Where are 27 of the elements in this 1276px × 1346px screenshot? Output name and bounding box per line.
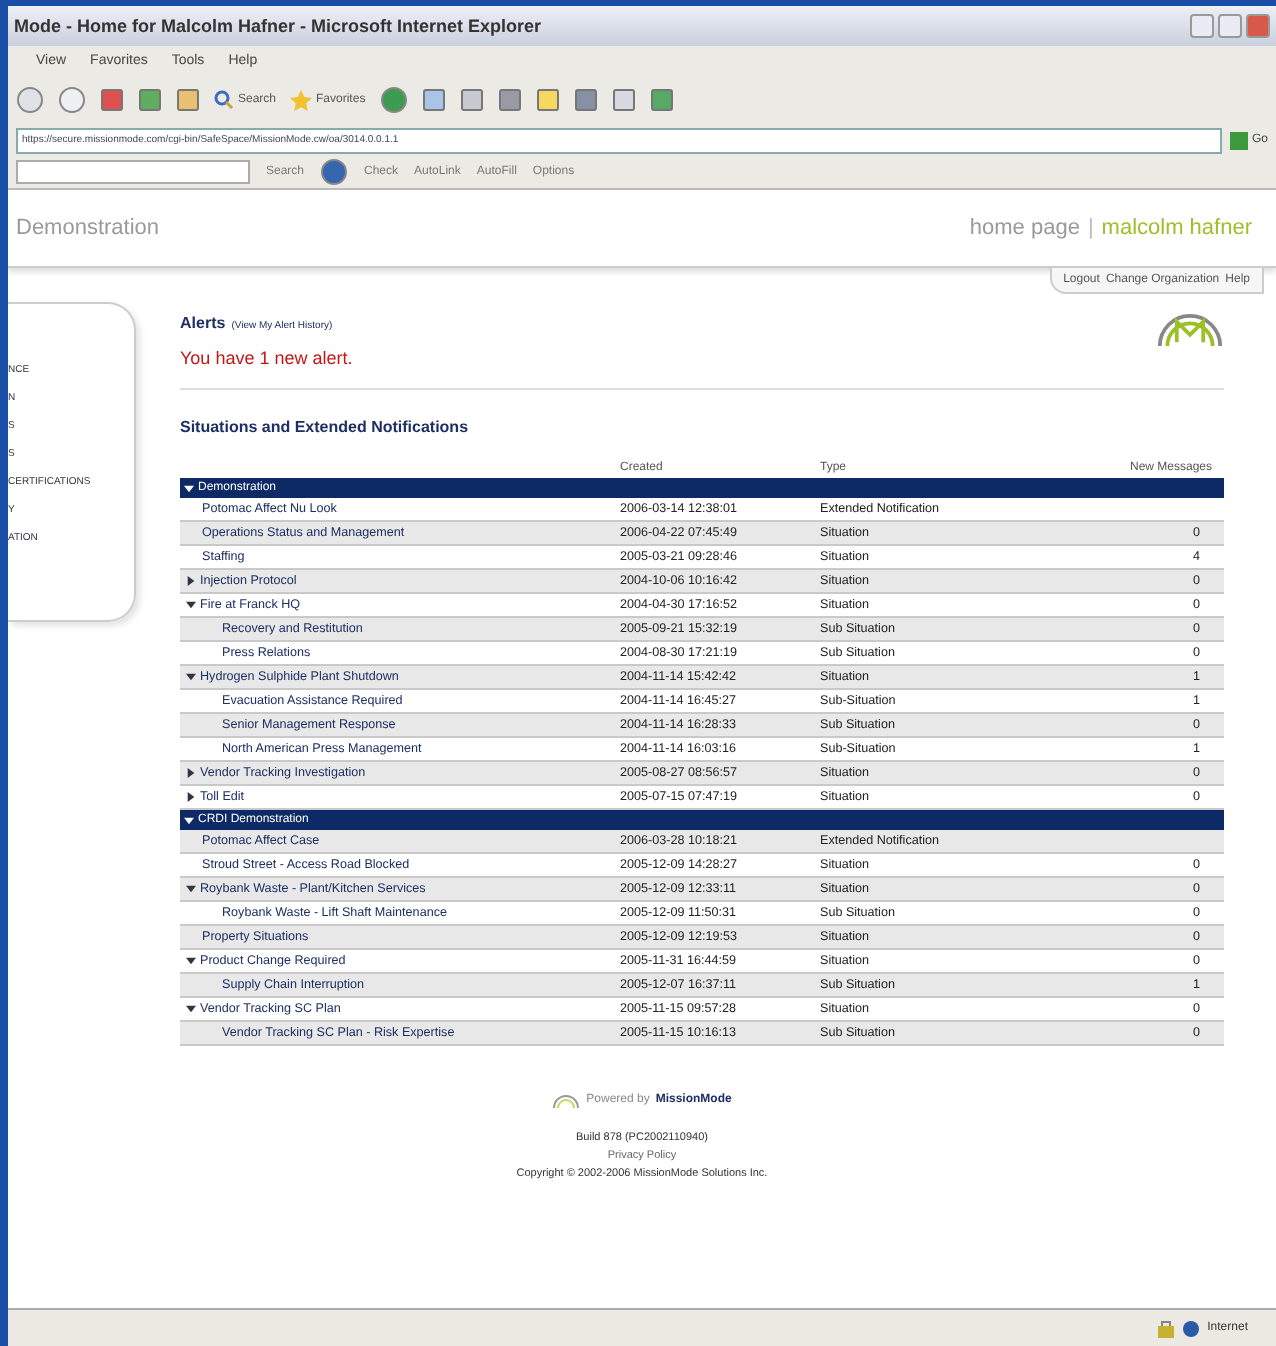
section-title: Situations and Extended Notifications <box>180 418 471 436</box>
logo-icon <box>1156 314 1224 348</box>
expand-right-icon[interactable] <box>186 768 196 778</box>
expand-down-icon[interactable] <box>186 600 196 610</box>
lock-icon <box>1157 1319 1174 1337</box>
separator: | <box>1087 216 1094 240</box>
expand-down-icon[interactable] <box>186 956 196 966</box>
window-title: Mode - Home for Malcolm Hafner - Microsoft Internet Explorer <box>14 16 542 36</box>
expand-down-icon[interactable] <box>186 672 196 682</box>
expand-right-icon[interactable] <box>186 792 196 802</box>
globe-icon[interactable] <box>320 158 349 186</box>
expand-icon[interactable] <box>184 483 194 493</box>
maximize-button[interactable] <box>1218 14 1242 38</box>
google-search-field[interactable] <box>16 160 250 184</box>
globe-icon <box>1181 1319 1200 1337</box>
star-icon <box>290 89 313 111</box>
alerts-title: Alerts <box>180 314 226 332</box>
organization-title: Demonstration <box>16 216 160 240</box>
close-button[interactable] <box>1246 14 1270 38</box>
expand-down-icon[interactable] <box>186 1004 196 1014</box>
expand-down-icon[interactable] <box>186 884 196 894</box>
search-icon <box>214 90 234 110</box>
minimize-button[interactable] <box>1190 14 1214 38</box>
expand-icon[interactable] <box>184 815 194 825</box>
logo-icon <box>552 1090 581 1110</box>
expand-right-icon[interactable] <box>186 576 196 586</box>
alert-message: You have 1 new alert. <box>180 348 353 368</box>
